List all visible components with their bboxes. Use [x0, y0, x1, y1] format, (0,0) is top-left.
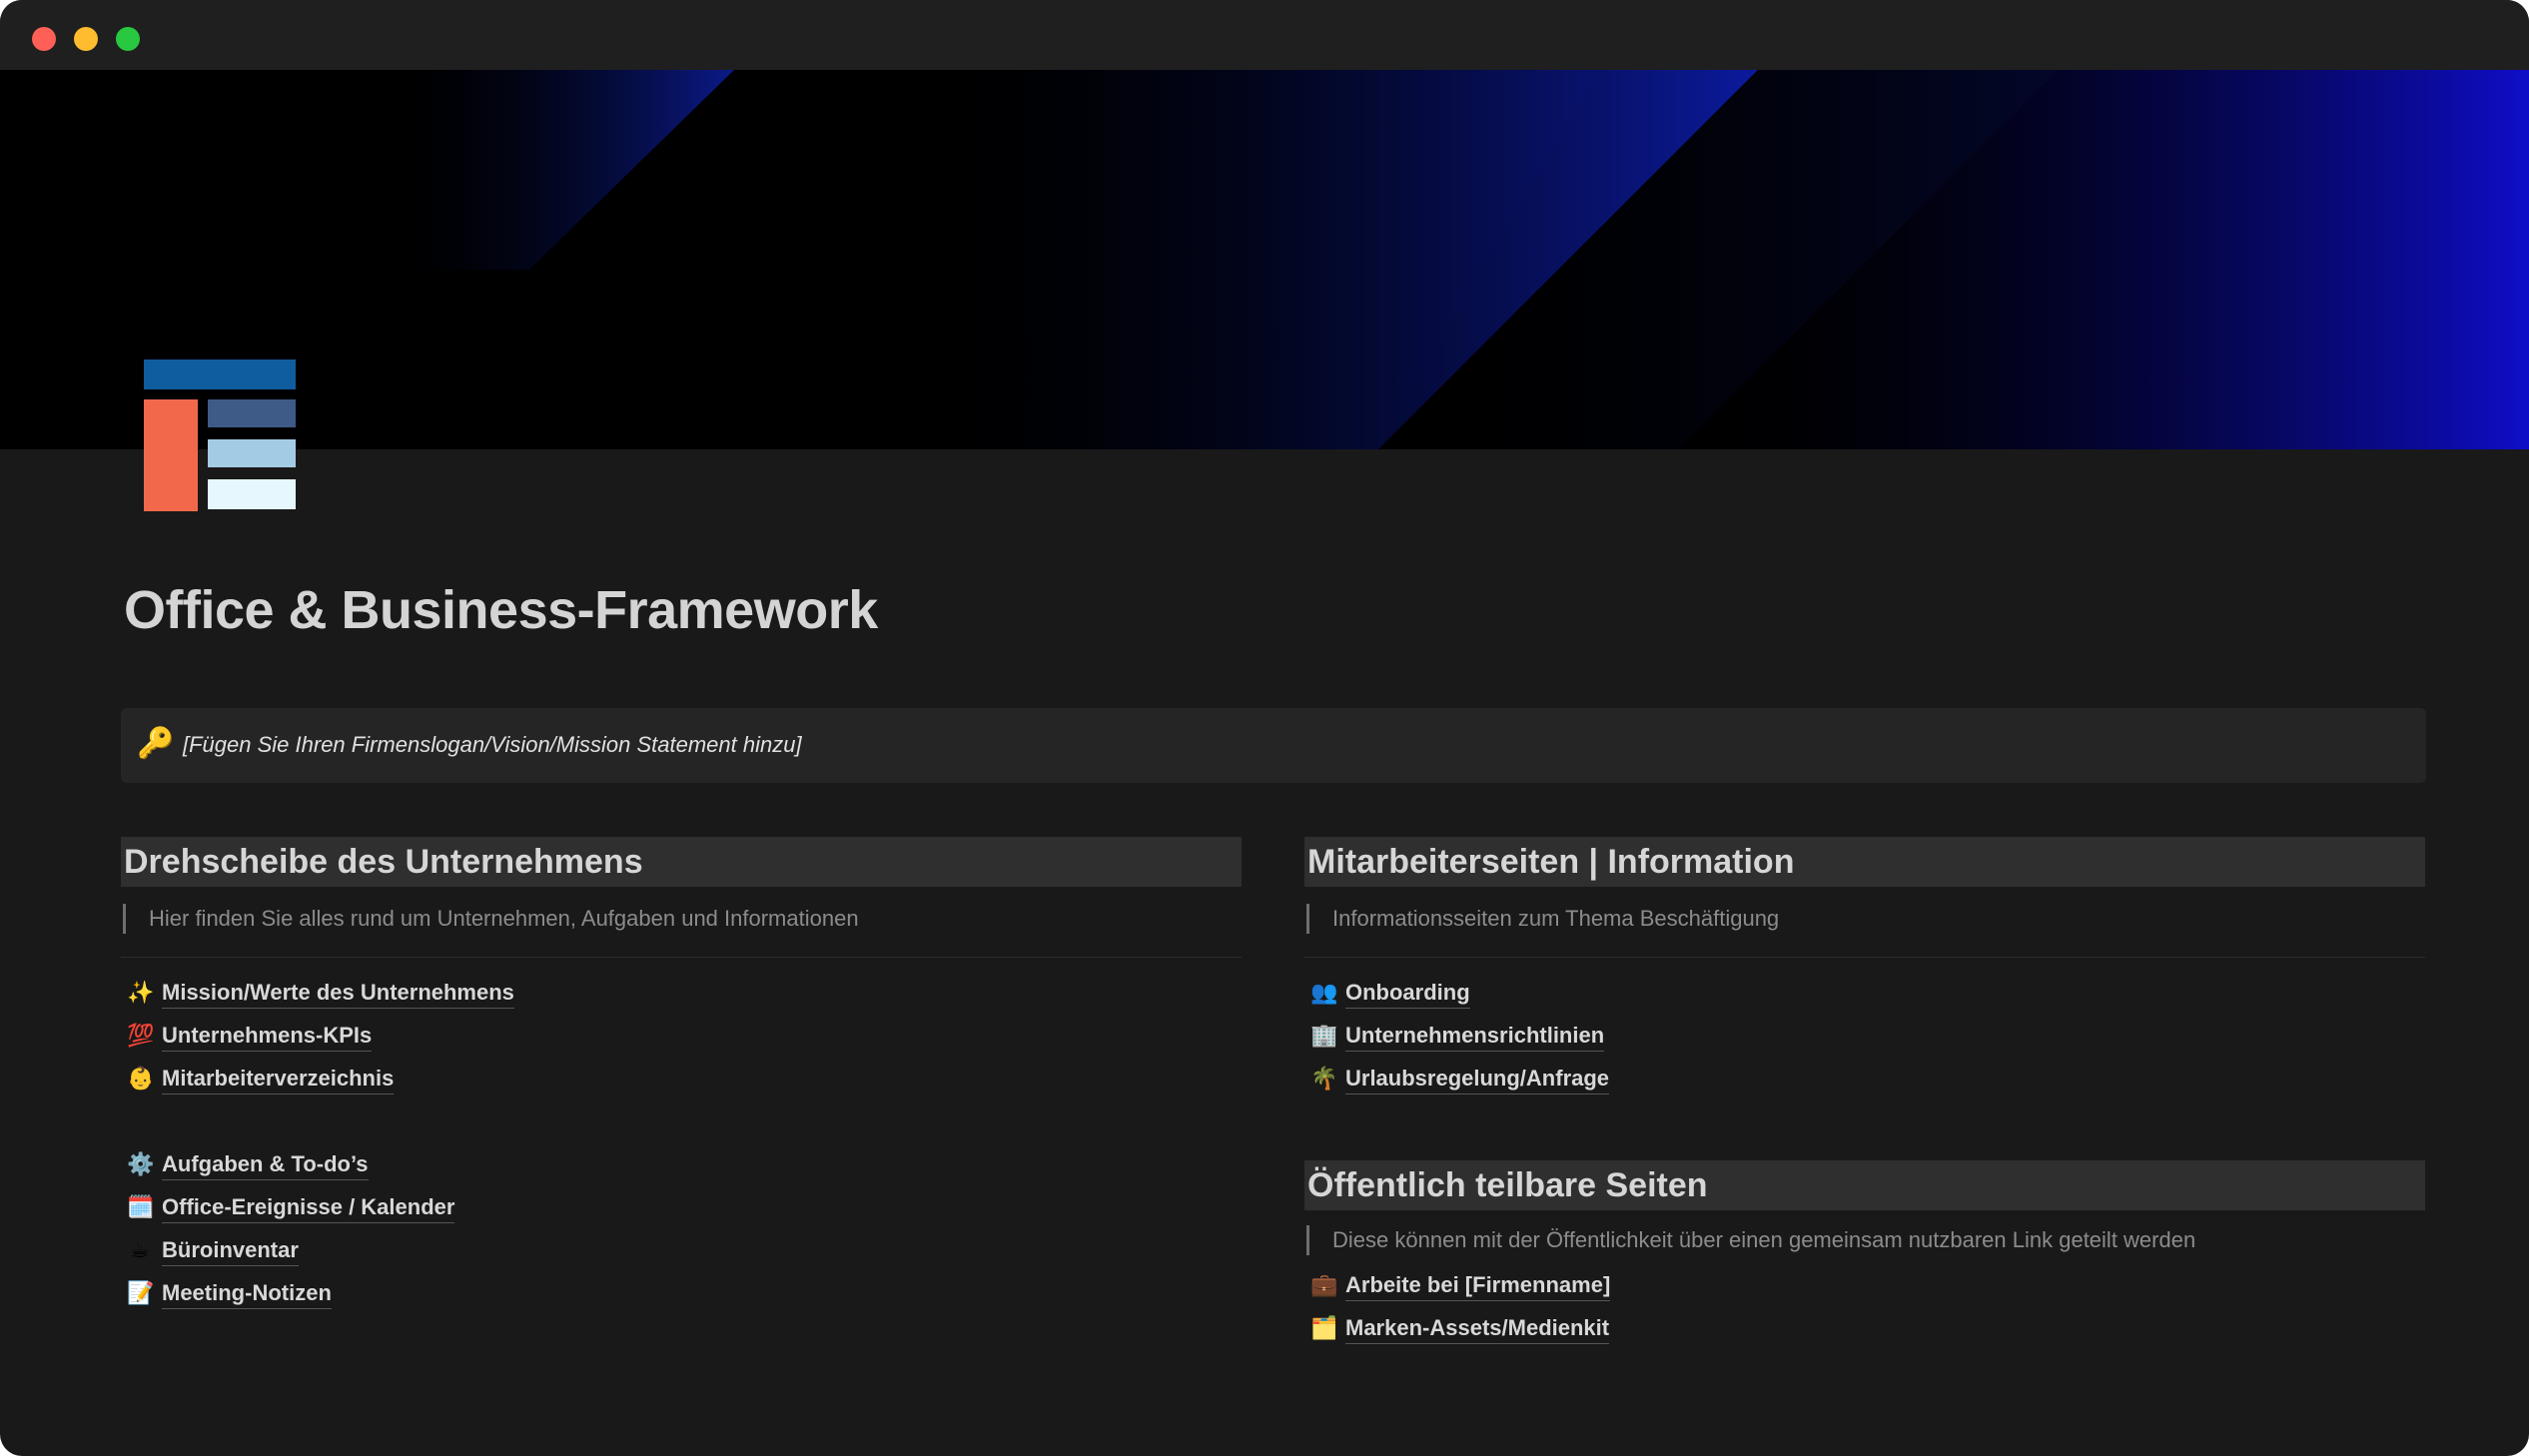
company-hub-links: ✨ Mission/Werte des Unternehmens 💯 Unter… — [121, 974, 1242, 1317]
sparkles-icon: ✨ — [127, 980, 155, 1005]
minimize-window-button[interactable] — [74, 27, 98, 51]
employee-pages-heading-text: Mitarbeiterseiten | Information — [1307, 843, 1795, 881]
link-label[interactable]: Mitarbeiterverzeichnis — [162, 1064, 395, 1094]
page-icon[interactable] — [144, 360, 296, 511]
company-hub-description: Hier finden Sie alles rund um Unternehme… — [121, 901, 1242, 937]
divider — [121, 957, 1242, 958]
zoom-window-button[interactable] — [116, 27, 140, 51]
hundred-points-icon: 💯 — [127, 1023, 155, 1048]
office-building-icon: 🏢 — [1310, 1023, 1338, 1048]
coffee-icon: ☕ — [130, 1237, 150, 1262]
link-mission-values[interactable]: ✨ Mission/Werte des Unternehmens — [121, 974, 1242, 1017]
callout-text[interactable]: [Fügen Sie Ihren Firmenslogan/Vision/Mis… — [183, 727, 802, 763]
link-office-inventory[interactable]: ☕ Büroinventar — [121, 1231, 1242, 1274]
link-company-policies[interactable]: 🏢 Unternehmensrichtlinien — [1304, 1017, 2425, 1060]
employee-pages-description-text: Informationsseiten zum Thema Beschäftigu… — [1332, 906, 1780, 931]
link-label[interactable]: Unternehmensrichtlinien — [1345, 1021, 1605, 1052]
link-tasks-todos[interactable]: ⚙️ Aufgaben & To-do’s — [121, 1145, 1242, 1188]
employee-pages-links: 👥 Onboarding 🏢 Unternehmensrichtlinien 🌴… — [1304, 974, 2425, 1102]
briefcase-icon: 💼 — [1310, 1272, 1338, 1297]
public-pages-column: Öffentlich teilbare Seiten Diese können … — [1304, 1160, 2425, 1352]
people-icon: 👥 — [1310, 980, 1338, 1005]
public-pages-heading-text: Öffentlich teilbare Seiten — [1307, 1166, 1708, 1204]
link-employee-directory[interactable]: 👶 Mitarbeiterverzeichnis — [121, 1060, 1242, 1102]
key-icon: 🔑 — [137, 727, 175, 760]
link-label[interactable]: Onboarding — [1345, 978, 1470, 1009]
link-vacation-policy[interactable]: 🌴 Urlaubsregelung/Anfrage — [1304, 1060, 2425, 1102]
gear-icon: ⚙️ — [127, 1151, 155, 1176]
divider — [1304, 957, 2425, 958]
palm-tree-icon: 🌴 — [1310, 1066, 1338, 1091]
window-titlebar — [0, 0, 2529, 70]
calendar-icon: 🗓️ — [127, 1194, 155, 1219]
app-window: Office & Business-Framework 🔑 [Fügen Sie… — [0, 0, 2529, 1456]
public-pages-links: 💼 Arbeite bei [Firmenname] 🗂️ Marken-Ass… — [1304, 1266, 2425, 1352]
company-hub-heading[interactable]: Drehscheibe des Unternehmens — [121, 837, 1242, 887]
link-office-events-calendar[interactable]: 🗓️ Office-Ereignisse / Kalender — [121, 1188, 1242, 1231]
link-brand-assets[interactable]: 🗂️ Marken-Assets/Medienkit — [1304, 1309, 2425, 1352]
vision-callout[interactable]: 🔑 [Fügen Sie Ihren Firmenslogan/Vision/M… — [121, 708, 2426, 783]
link-meeting-notes[interactable]: 📝 Meeting-Notizen — [121, 1274, 1242, 1317]
company-hub-heading-text: Drehscheibe des Unternehmens — [124, 843, 643, 881]
page-title[interactable]: Office & Business-Framework — [124, 579, 878, 641]
employee-pages-column: Mitarbeiterseiten | Information Informat… — [1304, 837, 2425, 1102]
memo-icon: 📝 — [127, 1280, 155, 1305]
link-label[interactable]: Office-Ereignisse / Kalender — [162, 1192, 455, 1223]
baby-face-icon: 👶 — [127, 1066, 155, 1091]
cover-gradient-art — [0, 70, 2529, 449]
link-label[interactable]: Urlaubsregelung/Anfrage — [1345, 1064, 1610, 1094]
link-label[interactable]: Mission/Werte des Unternehmens — [162, 978, 514, 1009]
employee-pages-description: Informationsseiten zum Thema Beschäftigu… — [1304, 901, 2425, 937]
employee-pages-heading[interactable]: Mitarbeiterseiten | Information — [1304, 837, 2425, 887]
public-pages-description: Diese können mit der Öffentlichkeit über… — [1304, 1222, 2425, 1258]
link-label[interactable]: Marken-Assets/Medienkit — [1345, 1313, 1610, 1344]
framework-logo-icon — [144, 360, 296, 511]
close-window-button[interactable] — [32, 27, 56, 51]
cover-image[interactable] — [0, 70, 2529, 449]
company-hub-description-text: Hier finden Sie alles rund um Unternehme… — [149, 906, 859, 931]
link-label[interactable]: Unternehmens-KPIs — [162, 1021, 373, 1052]
card-box-icon: 🗂️ — [1310, 1315, 1338, 1340]
link-work-at-company[interactable]: 💼 Arbeite bei [Firmenname] — [1304, 1266, 2425, 1309]
public-pages-description-text: Diese können mit der Öffentlichkeit über… — [1332, 1227, 2196, 1252]
link-label[interactable]: Arbeite bei [Firmenname] — [1345, 1270, 1611, 1301]
link-label[interactable]: Büroinventar — [162, 1235, 299, 1266]
link-company-kpis[interactable]: 💯 Unternehmens-KPIs — [121, 1017, 1242, 1060]
link-onboarding[interactable]: 👥 Onboarding — [1304, 974, 2425, 1017]
public-pages-heading[interactable]: Öffentlich teilbare Seiten — [1304, 1160, 2425, 1210]
link-label[interactable]: Aufgaben & To-do’s — [162, 1149, 369, 1180]
link-label[interactable]: Meeting-Notizen — [162, 1278, 332, 1309]
company-hub-column: Drehscheibe des Unternehmens Hier finden… — [121, 837, 1242, 1317]
